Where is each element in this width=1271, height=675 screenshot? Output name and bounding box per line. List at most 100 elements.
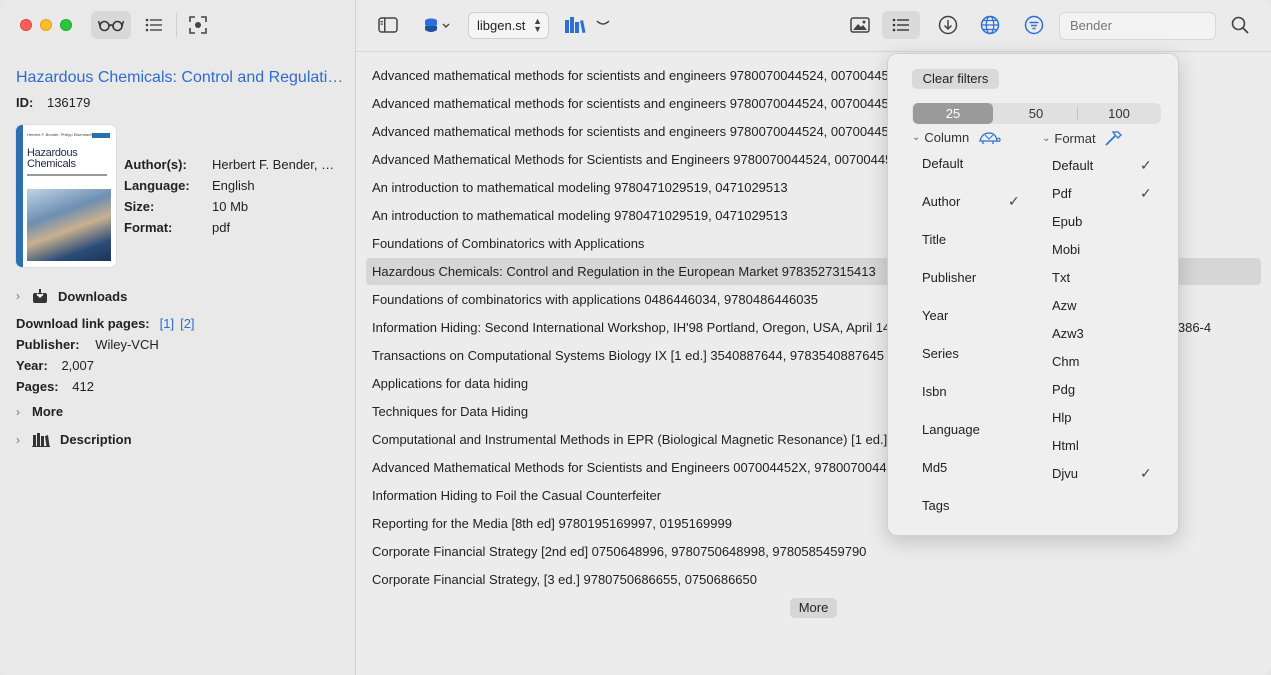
clear-filters-button[interactable]: Clear filters (912, 69, 999, 89)
meta-label: Author(s): (124, 157, 187, 172)
format-option-pdg[interactable]: Pdg (1052, 382, 1075, 397)
cover-photo (27, 189, 111, 261)
column-section-header[interactable]: ⌄ Column (912, 130, 1001, 145)
page-size-25[interactable]: 25 (913, 103, 993, 124)
source-menu-icon[interactable] (420, 11, 456, 39)
format-option-txt[interactable]: Txt (1052, 270, 1070, 285)
pages-value: 412 (72, 379, 94, 394)
filter-icon[interactable] (1020, 11, 1048, 39)
reader-glasses-icon[interactable] (91, 11, 131, 39)
format-section-header[interactable]: ⌄ Format (1042, 130, 1122, 146)
format-option-azw3[interactable]: Azw3 (1052, 326, 1084, 341)
minimize-window-button[interactable] (40, 19, 52, 31)
page-size-segmented-control: 25 50 100 (912, 103, 1161, 124)
column-option-language[interactable]: Language (922, 422, 980, 437)
book-id: ID: 136179 (16, 95, 90, 110)
books-shelf-icon (32, 433, 50, 447)
library-stats-icon[interactable] (562, 11, 616, 39)
more-label: More (32, 404, 64, 419)
checkmark-icon: ✓ (1140, 157, 1152, 173)
result-row[interactable]: Corporate Financial Strategy [2nd ed] 07… (366, 538, 1261, 565)
column-option-title[interactable]: Title (922, 232, 946, 247)
chevron-right-icon: › (16, 432, 20, 447)
list-view-icon[interactable] (140, 11, 168, 39)
pages-row: Pages: 412 (16, 379, 94, 394)
zoom-window-button[interactable] (60, 19, 72, 31)
app-window: Hazardous Chemicals: Control and Regulat… (0, 0, 1271, 675)
focus-capture-icon[interactable] (184, 11, 212, 39)
chevron-down-icon: ⌄ (912, 132, 921, 143)
filter-popover: Clear filters 25 50 100 ⌄ Column ⌄ Forma… (887, 53, 1179, 536)
format-option-mobi[interactable]: Mobi (1052, 242, 1080, 257)
meta-label: Format: (124, 220, 173, 235)
book-cover[interactable]: Herbert F. Bender, Philipp Eisenbarth Ha… (16, 125, 116, 267)
publisher-value: Wiley-VCH (95, 337, 159, 352)
column-option-year[interactable]: Year (922, 308, 948, 323)
column-option-author[interactable]: Author (922, 194, 960, 209)
hammer-icon (1104, 131, 1122, 146)
year-row: Year: 2,007 (16, 358, 94, 373)
meta-value: 10 Mb (212, 199, 249, 214)
checkmark-icon: ✓ (1140, 185, 1152, 201)
download-tray-icon (33, 289, 47, 303)
globe-icon[interactable] (976, 11, 1004, 39)
meta-value: pdf (212, 220, 231, 235)
publisher-logo (92, 133, 110, 138)
result-row[interactable]: Corporate Financial Strategy, [3 ed.] 97… (366, 566, 1261, 593)
downloads-disclosure[interactable]: › Downloads (16, 288, 127, 304)
description-disclosure[interactable]: › Description (16, 432, 132, 447)
format-option-hlp[interactable]: Hlp (1052, 410, 1072, 425)
id-label: ID: (16, 95, 34, 110)
meta-label: Language: (124, 178, 190, 193)
page-size-50[interactable]: 50 (995, 103, 1077, 124)
chevron-down-icon: ⌄ (1042, 132, 1051, 144)
column-option-tags[interactable]: Tags (922, 498, 949, 513)
format-option-epub[interactable]: Epub (1052, 214, 1082, 229)
download-link-pages: Download link pages: [1] [2] (16, 316, 195, 331)
toolbar-divider (176, 13, 177, 37)
format-option-pdf[interactable]: Pdf (1052, 186, 1072, 201)
chevron-right-icon: › (16, 289, 20, 303)
format-option-azw[interactable]: Azw (1052, 298, 1077, 313)
publisher-row: Publisher: Wiley-VCH (16, 337, 159, 352)
format-option-html[interactable]: Html (1052, 438, 1079, 453)
format-option-djvu[interactable]: Djvu (1052, 466, 1078, 481)
publisher-label: Publisher: (16, 337, 80, 352)
meta-value: English (212, 178, 255, 193)
cover-subtitle (27, 174, 107, 176)
download-link-1[interactable]: [1] (160, 316, 174, 331)
detail-sidebar: Hazardous Chemicals: Control and Regulat… (0, 0, 356, 675)
cover-authors: Herbert F. Bender, Philipp Eisenbarth (27, 132, 93, 137)
turtle-icon (979, 131, 1001, 144)
download-circle-icon[interactable] (934, 11, 962, 39)
column-option-default[interactable]: Default (922, 156, 963, 171)
updown-chevron-icon: ▲ ▼ (533, 16, 542, 34)
id-value: 136179 (46, 95, 91, 110)
load-more-button[interactable]: More (790, 598, 837, 618)
search-input[interactable]: Bender (1059, 12, 1216, 40)
search-icon[interactable] (1226, 11, 1254, 39)
more-disclosure[interactable]: › More (16, 404, 63, 419)
description-label: Description (60, 432, 132, 447)
sidebar-toggle-icon[interactable] (374, 11, 402, 39)
checkmark-icon: ✓ (1008, 193, 1020, 209)
column-option-series[interactable]: Series (922, 346, 959, 361)
mirror-value: libgen.st (477, 18, 526, 33)
image-view-icon[interactable] (846, 11, 874, 39)
download-link-2[interactable]: [2] (180, 316, 194, 331)
page-size-100[interactable]: 100 (1078, 103, 1160, 124)
book-title[interactable]: Hazardous Chemicals: Control and Regulat… (16, 69, 346, 87)
close-window-button[interactable] (20, 19, 32, 31)
column-option-isbn[interactable]: Isbn (922, 384, 947, 399)
mirror-select[interactable]: libgen.st ▲ ▼ (468, 12, 549, 39)
column-option-publisher[interactable]: Publisher (922, 270, 976, 285)
column-heading: Column (924, 130, 970, 145)
list-mode-icon[interactable] (882, 11, 920, 39)
cover-title-line2: Chemicals (27, 158, 76, 170)
format-option-chm[interactable]: Chm (1052, 354, 1079, 369)
year-value: 2,007 (61, 358, 94, 373)
column-option-md5[interactable]: Md5 (922, 460, 947, 475)
format-option-default[interactable]: Default (1052, 158, 1093, 173)
meta-value: Herbert F. Bender, Philipp Eisenbarth (212, 157, 337, 172)
format-heading: Format (1054, 130, 1096, 146)
